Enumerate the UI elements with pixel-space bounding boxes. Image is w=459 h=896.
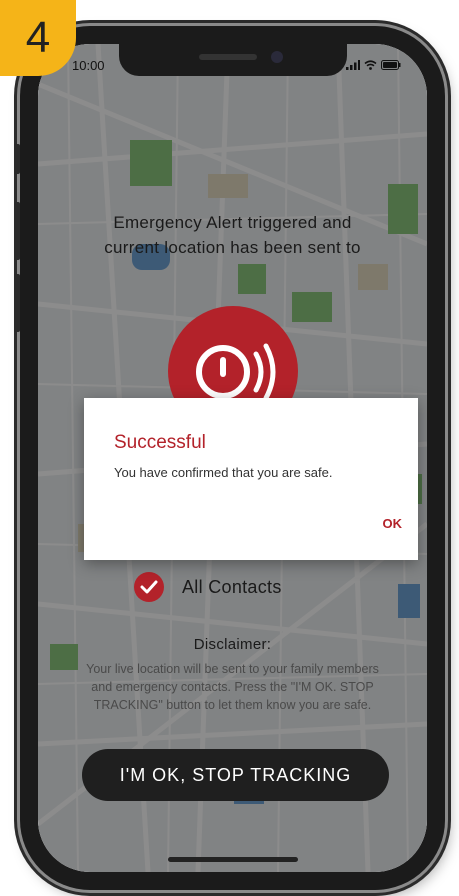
dialog-message: You have confirmed that you are safe. — [114, 465, 333, 480]
alert-line-1: Emergency Alert triggered and — [113, 213, 352, 232]
stop-tracking-button[interactable]: I'M OK, STOP TRACKING — [82, 749, 389, 801]
alert-line-2: current location has been sent to — [104, 238, 361, 257]
wifi-icon — [364, 60, 377, 70]
phone-notch — [118, 44, 347, 76]
all-contacts-option[interactable]: All Contacts — [134, 572, 282, 602]
volume-up-button — [14, 202, 20, 260]
alert-message: Emergency Alert triggered and current lo… — [38, 210, 427, 260]
battery-icon — [381, 60, 401, 70]
volume-down-button — [14, 274, 20, 332]
dialog-ok-button[interactable]: OK — [383, 516, 403, 531]
mute-switch — [14, 144, 20, 174]
step-badge: 4 — [0, 0, 76, 76]
disclaimer-body: Your live location will be sent to your … — [86, 662, 379, 712]
home-indicator — [167, 857, 298, 862]
phone-screen: 10:00 Emergency Alert triggered and curr… — [38, 44, 427, 872]
all-contacts-label: All Contacts — [182, 576, 282, 597]
success-dialog: Successful You have confirmed that you a… — [84, 398, 418, 560]
dialog-title: Successful — [114, 432, 206, 453]
signal-icon — [346, 60, 360, 70]
status-icons — [346, 60, 401, 70]
phone-frame: 10:00 Emergency Alert triggered and curr… — [14, 26, 445, 890]
disclaimer-title: Disclaimer: — [193, 636, 272, 653]
status-time: 10:00 — [72, 58, 105, 73]
checkmark-icon — [134, 572, 164, 602]
